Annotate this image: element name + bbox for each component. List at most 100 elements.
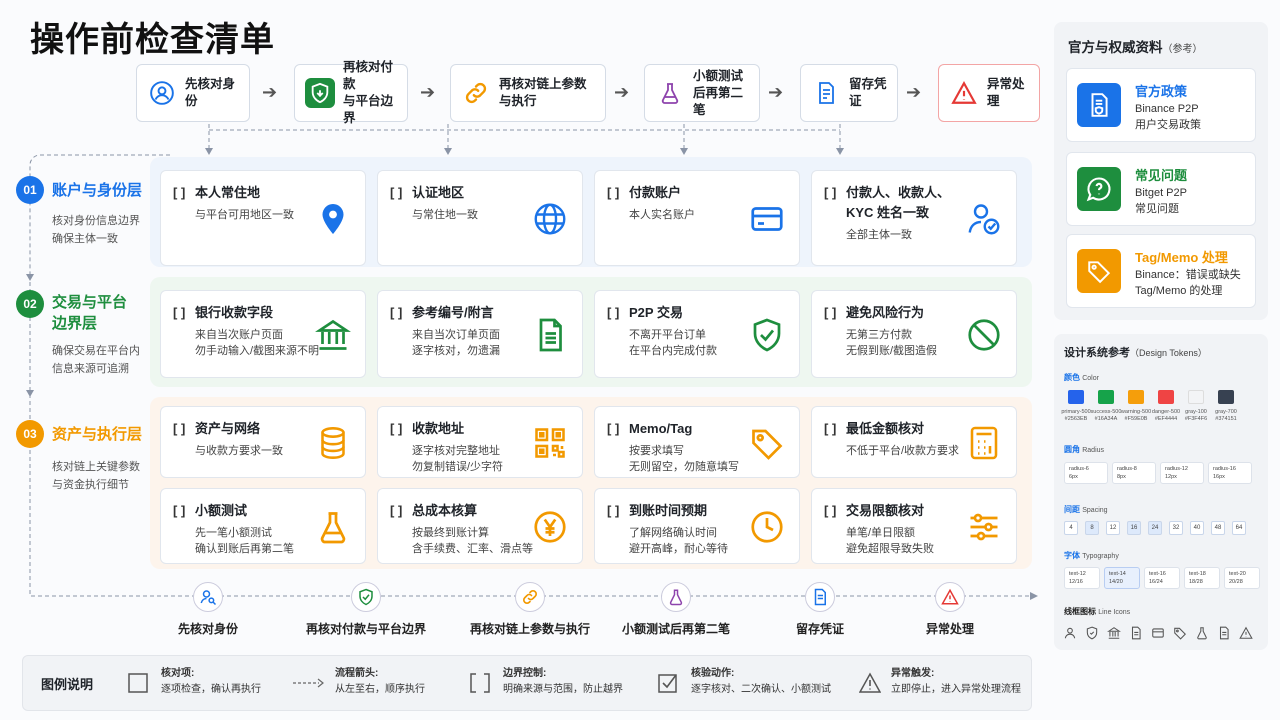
card-subtitle: 不离开平台订单 在平台内完成付款 <box>629 329 717 357</box>
checkbox[interactable]: [ ] <box>173 503 185 518</box>
checkbox-icon <box>128 673 148 693</box>
bottom-step-exception[interactable]: 异常处理 <box>880 582 1020 637</box>
color-swatch-label: gray-700 #374151 <box>1215 409 1237 422</box>
checkbox[interactable]: [ ] <box>390 503 402 518</box>
radius-section-label: 圆角 Radius <box>1064 445 1105 454</box>
stage-desc: 核对链上关键参数 与资金执行细节 <box>52 461 140 491</box>
checkbox[interactable]: [ ] <box>824 185 836 200</box>
card-subtitle: 与收款方要求一致 <box>195 445 283 457</box>
tokens-title: 设计系统参考（Design Tokens） <box>1064 347 1207 359</box>
document-icon <box>532 317 568 353</box>
card-subtitle: 来自当次账户页面 勿手动输入/截图来源不明 <box>195 329 320 357</box>
sliders-icon <box>966 509 1002 545</box>
card-subtitle: 先一笔小额测试 确认到账后再第二笔 <box>195 527 294 555</box>
faq-icon <box>1077 167 1121 211</box>
tag-icon <box>749 425 785 461</box>
reference-policy[interactable]: 官方政策 Binance P2P 用户交易政策 <box>1066 68 1256 142</box>
spacing-token: 24 <box>1148 521 1162 535</box>
card-subtitle: 无第三方付款 无假到账/截图造假 <box>846 329 938 357</box>
dashed-arrow-icon <box>293 678 324 688</box>
tag-icon <box>1174 627 1186 640</box>
checklist-card[interactable]: [ ] 银行收款字段 来自当次账户页面 勿手动输入/截图来源不明 <box>160 290 366 378</box>
checklist-card[interactable]: [ ] 资产与网络 与收款方要求一致 <box>160 406 366 478</box>
checkbox[interactable]: [ ] <box>607 421 619 436</box>
color-swatch-label: success-500 #16A34A <box>1090 409 1122 422</box>
warning-icon <box>859 672 881 693</box>
checkbox[interactable]: [ ] <box>390 421 402 436</box>
flask-icon <box>1197 627 1207 640</box>
stage-number: 01 <box>16 176 44 204</box>
card-subtitle: 单笔/单日限额 避免超限导致失败 <box>846 527 934 555</box>
checklist-card[interactable]: [ ] 本人常住地 与平台可用地区一致 <box>160 170 366 266</box>
checklist-card[interactable]: [ ] 付款人、收款人、 KYC 姓名一致全部主体一致 <box>811 170 1017 266</box>
radius-token: radius-8 8px <box>1112 462 1156 484</box>
card-title: 到账时间预期 <box>629 503 708 518</box>
checkbox[interactable]: [ ] <box>824 305 836 320</box>
bottom-step-payment[interactable]: 再核对付款与平台边界 <box>296 582 436 637</box>
checklist-card[interactable]: [ ] 总成本核算 按最终到账计算 含手续费、汇率、滑点等 <box>377 488 583 564</box>
checkbox[interactable]: [ ] <box>824 421 836 436</box>
checkbox[interactable]: [ ] <box>173 421 185 436</box>
bottom-step-test[interactable]: 小额测试后再第二笔 <box>606 582 746 637</box>
document-icon <box>1219 626 1229 640</box>
bottom-flow: 先核对身份 再核对付款与平台边界 再核对链上参数与执行 小额测试后再第二笔 留存… <box>150 582 1020 642</box>
color-swatch-label: gray-100 #F3F4F6 <box>1184 409 1208 422</box>
spacing-token: 48 <box>1211 521 1225 535</box>
checklist-card[interactable]: [ ] P2P 交易 不离开平台订单 在平台内完成付款 <box>594 290 800 378</box>
reference-tag-memo[interactable]: Tag/Memo 处理 Binance：错误或缺失 Tag/Memo 的处理 <box>1066 234 1256 308</box>
type-token: text-18 18/28 <box>1184 567 1220 589</box>
card-subtitle: 不低于平台/收款方要求 <box>846 445 960 457</box>
checklist-card[interactable]: [ ] 参考编号/附言 来自当次订单页面 逐字核对，勿遗漏 <box>377 290 583 378</box>
legend-item: 核验动作: 逐字核对、二次确认、小额测试 <box>691 668 831 695</box>
checklist-card[interactable]: [ ] 收款地址 逐字核对完整地址 勿复制错误/少字符 <box>377 406 583 478</box>
policy-document-icon <box>1077 83 1121 127</box>
icons-section-label: 线框图标 Line Icons <box>1064 607 1131 616</box>
checklist-card[interactable]: [ ] Memo/Tag 按要求填写 无则留空，勿随意填写 <box>594 406 800 478</box>
bottom-step-chain[interactable]: 再核对链上参数与执行 <box>460 582 600 637</box>
flask-icon <box>661 582 691 612</box>
card-subtitle: 来自当次订单页面 逐字核对，勿遗漏 <box>412 329 500 357</box>
checkbox[interactable]: [ ] <box>390 305 402 320</box>
card-subtitle: 全部主体一致 <box>846 229 912 241</box>
checklist-card[interactable]: [ ] 小额测试 先一笔小额测试 确认到账后再第二笔 <box>160 488 366 564</box>
radius-token: radius-16 16px <box>1208 462 1252 484</box>
checklist-card[interactable]: [ ] 到账时间预期 了解网络确认时间 避开高峰，耐心等待 <box>594 488 800 564</box>
color-swatch <box>1218 390 1234 404</box>
checklist-card[interactable]: [ ] 最低金额核对 不低于平台/收款方要求 <box>811 406 1017 478</box>
card-title: 收款地址 <box>412 421 465 436</box>
bank-icon <box>1107 627 1121 639</box>
reference-faq[interactable]: 常见问题 Bitget P2P 常见问题 <box>1066 152 1256 226</box>
stage-number: 02 <box>16 290 44 318</box>
qr-code-icon <box>532 425 568 461</box>
checkbox[interactable]: [ ] <box>824 503 836 518</box>
checkbox[interactable]: [ ] <box>173 185 185 200</box>
checklist-card[interactable]: [ ] 交易限额核对 单笔/单日限额 避免超限导致失败 <box>811 488 1017 564</box>
legend-item: 流程箭头: 从左至右，顺序执行 <box>335 668 425 695</box>
card-subtitle: 本人实名账户 <box>629 209 695 221</box>
checkbox[interactable]: [ ] <box>173 305 185 320</box>
prohibited-icon <box>966 317 1002 353</box>
checklist-card[interactable]: [ ] 付款账户 本人实名账户 <box>594 170 800 266</box>
checkbox[interactable]: [ ] <box>607 305 619 320</box>
clock-icon <box>749 509 785 545</box>
card-subtitle: 与平台可用地区一致 <box>195 209 294 221</box>
checkbox[interactable]: [ ] <box>607 185 619 200</box>
user-search-icon <box>193 582 223 612</box>
checkbox[interactable]: [ ] <box>607 503 619 518</box>
checkbox[interactable]: [ ] <box>390 185 402 200</box>
checklist-page: 操作前检查清单 先核对身份 ➔ 再核对付款 与平台边界 ➔ 再核对链上参数 与执行 … <box>0 0 1280 720</box>
color-swatch <box>1068 390 1084 404</box>
card-title: 付款人、收款人、 KYC 姓名一致 <box>846 185 951 220</box>
design-tokens-panel: 设计系统参考（Design Tokens） 颜色 Color primary-5… <box>1054 334 1268 650</box>
color-swatch-label: warning-500 #F59E0B <box>1120 409 1152 422</box>
card-title: 避免风险行为 <box>846 305 925 320</box>
color-swatch <box>1188 390 1204 404</box>
legend-item: 边界控制: 明确来源与范围，防止越界 <box>503 668 623 695</box>
bottom-step-identity[interactable]: 先核对身份 <box>138 582 278 637</box>
references-title: 官方与权威资料（参考） <box>1068 40 1203 55</box>
checklist-card[interactable]: [ ] 认证地区 与常住地一致 <box>377 170 583 266</box>
stage-desc: 确保交易在平台内 信息来源可追溯 <box>52 345 140 375</box>
bottom-step-receipt[interactable]: 留存凭证 <box>750 582 890 637</box>
card-subtitle: 按要求填写 无则留空，勿随意填写 <box>629 445 739 473</box>
checklist-card[interactable]: [ ] 避免风险行为无第三方付款 无假到账/截图造假 <box>811 290 1017 378</box>
